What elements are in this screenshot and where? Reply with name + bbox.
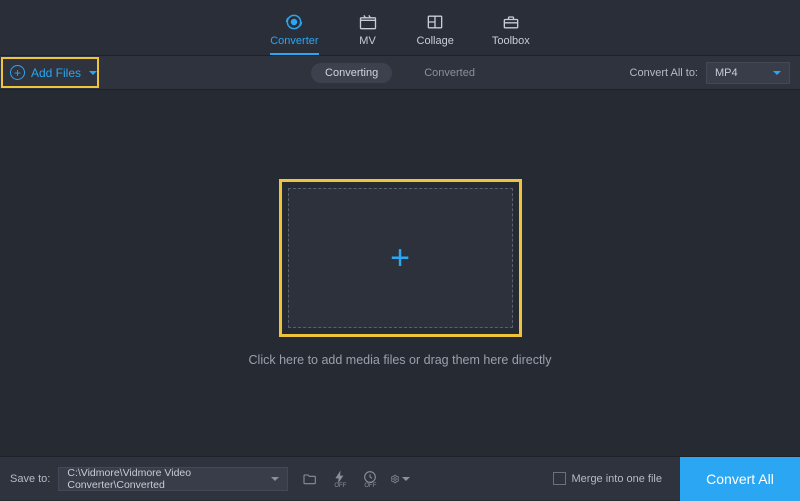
convert-all-to-label: Convert All to:	[630, 67, 698, 79]
merge-checkbox[interactable]	[553, 472, 566, 485]
top-nav: Converter MV Collage Toolbox	[0, 0, 800, 56]
save-to-label: Save to:	[10, 473, 50, 485]
dropzone[interactable]: +	[288, 188, 513, 328]
open-folder-button[interactable]	[300, 469, 320, 489]
chevron-down-icon	[271, 477, 279, 481]
add-files-button[interactable]: + Add Files	[0, 57, 107, 89]
settings-button[interactable]	[390, 469, 410, 489]
save-path-value: C:\Vidmore\Vidmore Video Converter\Conve…	[67, 467, 269, 491]
main-area: + Click here to add media files or drag …	[0, 90, 800, 456]
plus-circle-icon: +	[10, 65, 25, 80]
tab-converted[interactable]: Converted	[410, 63, 489, 83]
chevron-down-icon	[402, 477, 410, 481]
nav-label: Collage	[417, 35, 454, 47]
collage-icon	[424, 12, 446, 32]
drop-hint-text: Click here to add media files or drag th…	[249, 353, 552, 367]
nav-label: MV	[359, 35, 376, 47]
gpu-accel-button[interactable]: OFF	[330, 469, 350, 489]
bottom-toolbar: OFF OFF	[300, 469, 410, 489]
mv-icon	[357, 12, 379, 32]
merge-label: Merge into one file	[572, 473, 663, 485]
nav-tab-mv[interactable]: MV	[357, 12, 379, 55]
sub-bar: + Add Files Converting Converted Convert…	[0, 56, 800, 90]
highlight-dropzone: +	[279, 179, 522, 337]
convert-all-to-group: Convert All to: MP4	[630, 62, 800, 84]
merge-checkbox-group[interactable]: Merge into one file	[553, 472, 673, 485]
chevron-down-icon	[89, 71, 97, 75]
nav-tab-converter[interactable]: Converter	[270, 12, 318, 55]
output-format-select[interactable]: MP4	[706, 62, 790, 84]
nav-label: Toolbox	[492, 35, 530, 47]
format-selected-value: MP4	[715, 67, 738, 79]
add-files-label: Add Files	[31, 66, 81, 80]
toolbox-icon	[500, 12, 522, 32]
nav-tab-collage[interactable]: Collage	[417, 12, 454, 55]
save-path-select[interactable]: C:\Vidmore\Vidmore Video Converter\Conve…	[58, 467, 288, 491]
chevron-down-icon	[773, 71, 781, 75]
nav-tab-toolbox[interactable]: Toolbox	[492, 12, 530, 55]
plus-icon: +	[390, 239, 410, 278]
nav-label: Converter	[270, 35, 318, 47]
high-speed-button[interactable]: OFF	[360, 469, 380, 489]
convert-all-button[interactable]: Convert All	[680, 457, 800, 501]
tab-converting[interactable]: Converting	[311, 63, 392, 83]
sub-tabs: Converting Converted	[311, 63, 489, 83]
converter-icon	[283, 12, 305, 32]
bottom-bar: Save to: C:\Vidmore\Vidmore Video Conver…	[0, 456, 800, 500]
